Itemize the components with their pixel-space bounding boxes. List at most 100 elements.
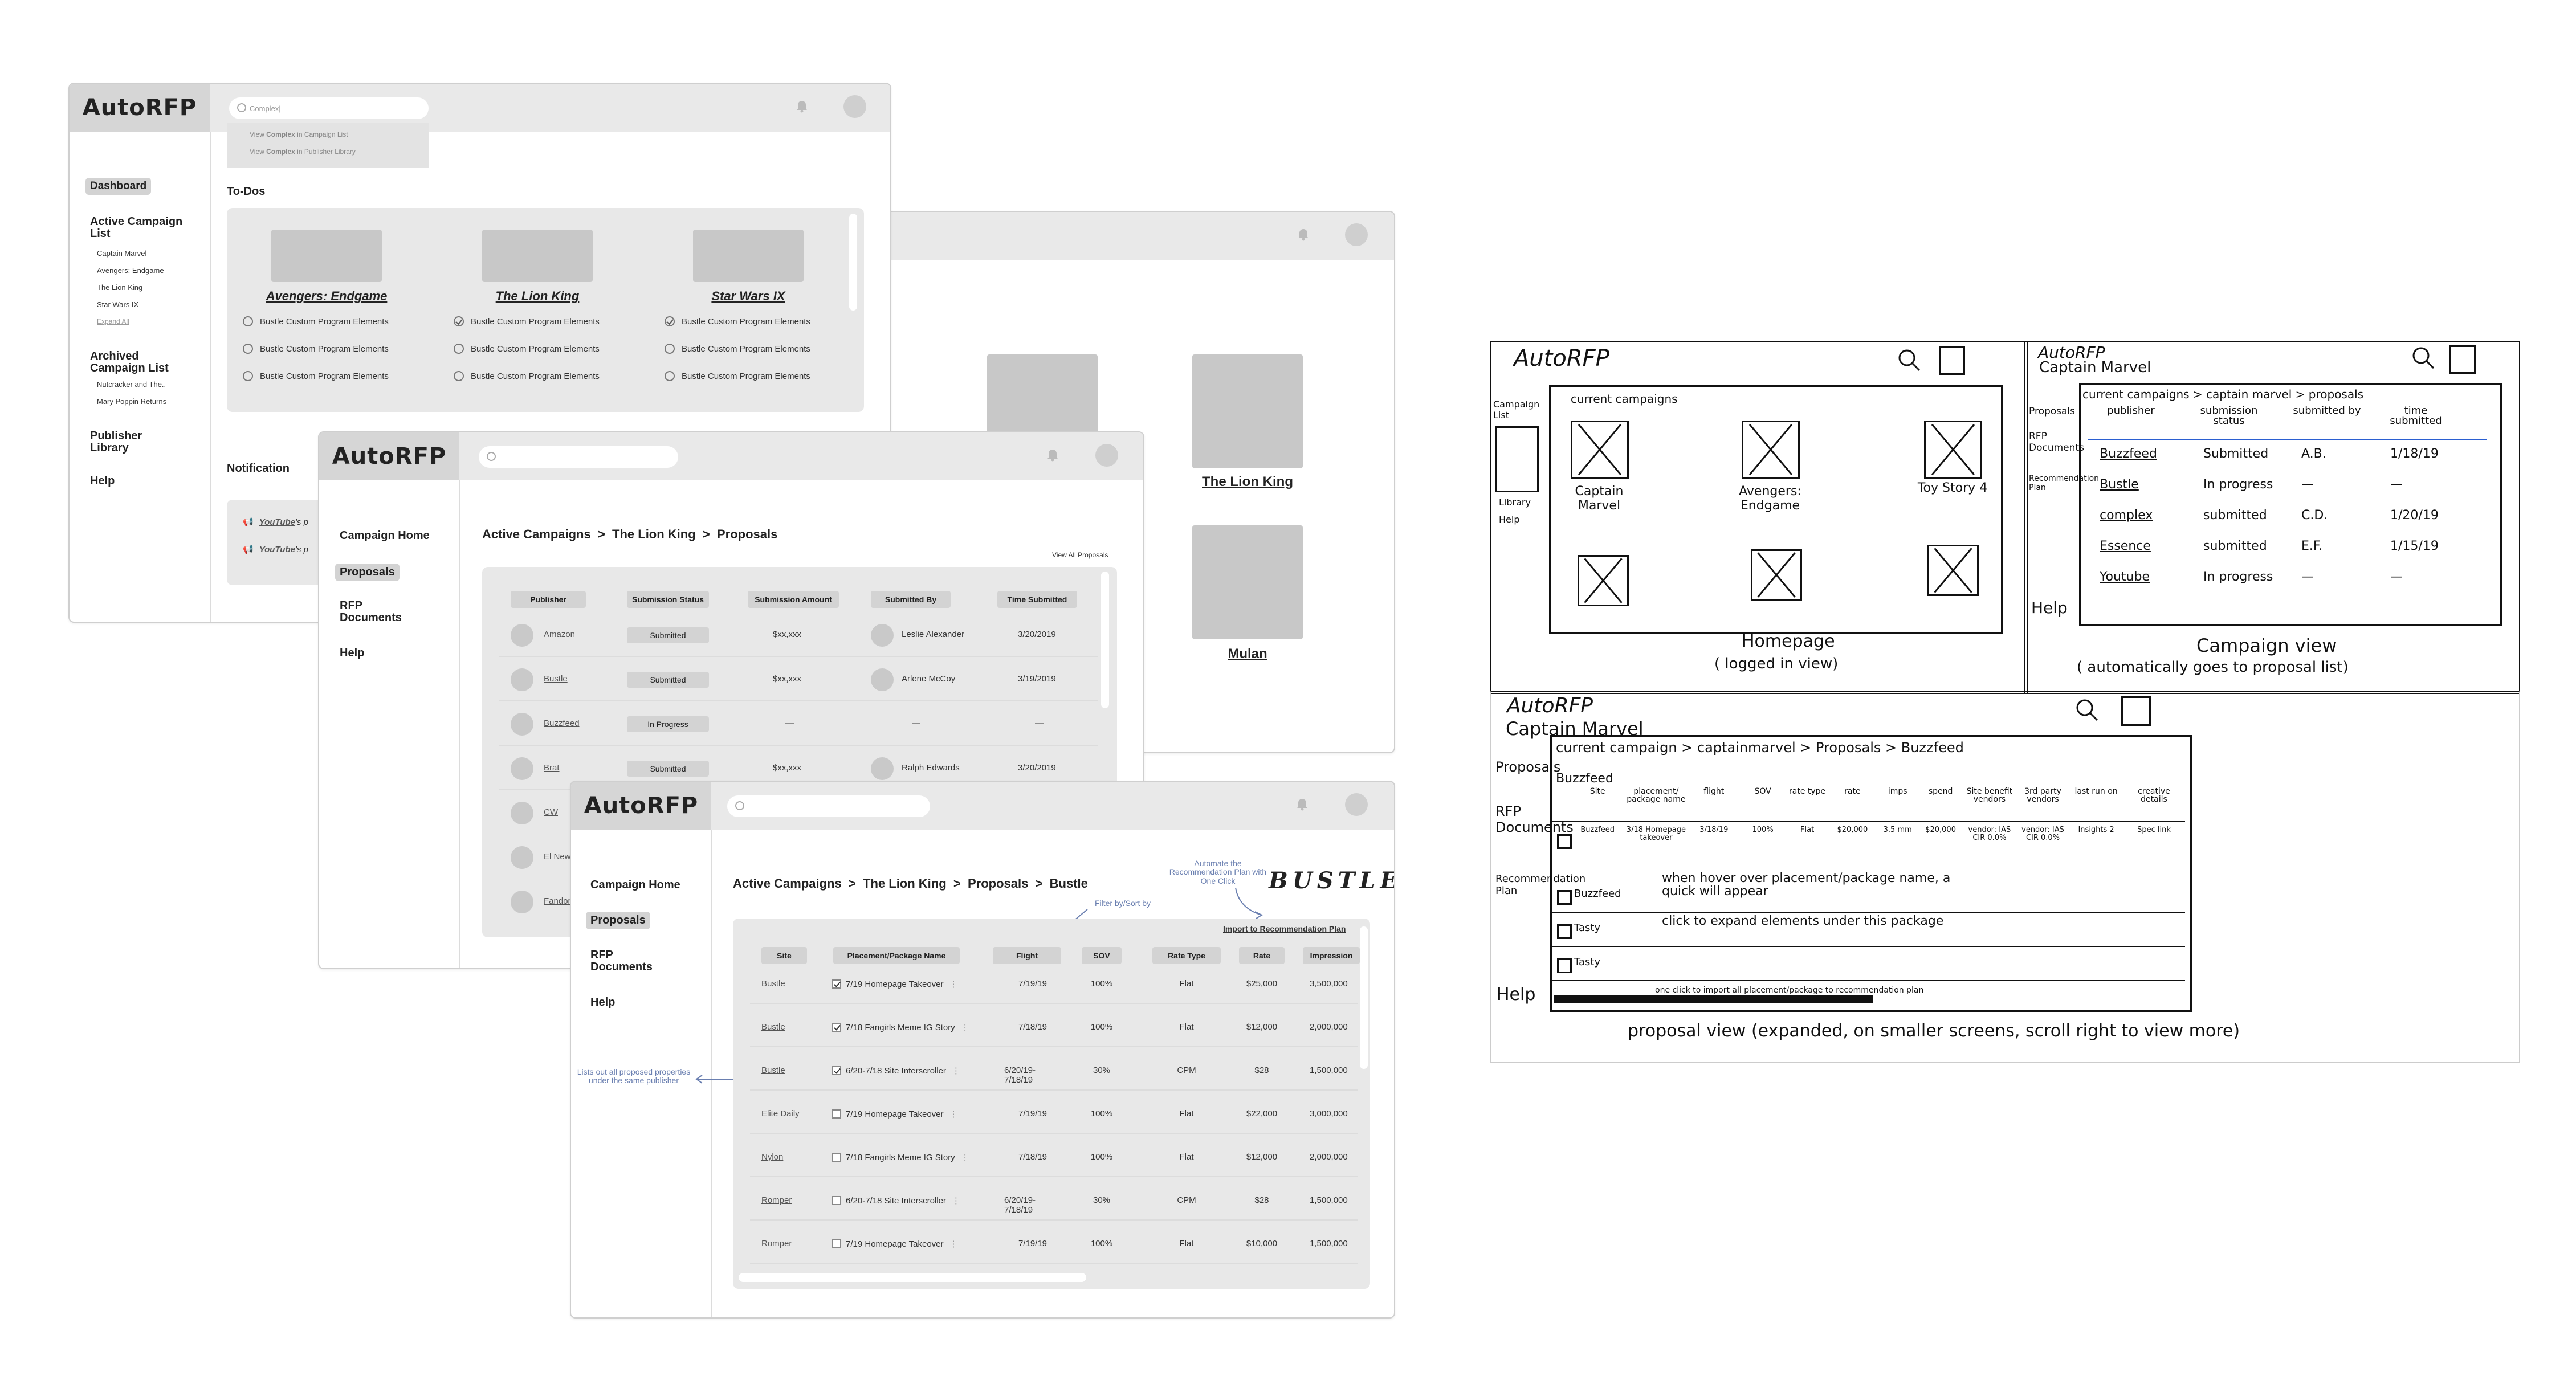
nav-publisher-library[interactable]: Publisher Library	[90, 430, 158, 454]
movie-title[interactable]: Mulan	[1164, 646, 1331, 662]
todo-item[interactable]: Bustle Custom Program Elements	[454, 316, 600, 326]
publisher-link[interactable]: Buzzfeed	[544, 719, 580, 728]
column-header[interactable]: Publisher	[511, 591, 586, 608]
todo-checkbox[interactable]	[454, 316, 464, 326]
row-checkbox[interactable]	[832, 1109, 841, 1119]
column-header[interactable]: Rate Type	[1152, 947, 1221, 964]
movie-title[interactable]: Avengers: Endgame	[238, 289, 415, 304]
search-input[interactable]	[479, 446, 678, 468]
avatar[interactable]	[843, 95, 866, 118]
nav-proposals[interactable]: Proposals	[586, 912, 650, 929]
scrollbar[interactable]	[849, 214, 857, 311]
row-checkbox[interactable]	[832, 1066, 841, 1075]
placement-name[interactable]: 7/18 Fangirls Meme IG Story ⋮	[832, 1022, 969, 1032]
column-header[interactable]: Submission Status	[627, 591, 709, 608]
avatar[interactable]	[1345, 223, 1368, 246]
search-input[interactable]: Complex|	[229, 97, 429, 119]
todo-checkbox[interactable]	[665, 344, 675, 354]
placement-name[interactable]: 7/19 Homepage Takeover ⋮	[832, 979, 958, 989]
nav-help[interactable]: Help	[340, 647, 364, 660]
movie-title[interactable]: Star Wars IX	[660, 289, 837, 304]
site-link[interactable]: Elite Daily	[761, 1109, 800, 1119]
more-options-icon[interactable]: ⋮	[952, 1066, 960, 1076]
poster-thumbnail[interactable]	[1192, 525, 1303, 639]
notification-item[interactable]: 📢 YouTube's p	[243, 517, 308, 528]
app-logo[interactable]: AutoRFP	[571, 782, 711, 830]
todo-checkbox[interactable]	[454, 344, 464, 354]
placement-name[interactable]: 7/19 Homepage Takeover ⋮	[832, 1239, 958, 1249]
site-link[interactable]: Romper	[761, 1195, 792, 1205]
todo-item[interactable]: Bustle Custom Program Elements	[665, 371, 810, 381]
more-options-icon[interactable]: ⋮	[961, 1022, 969, 1032]
movie-title[interactable]: The Lion King	[449, 289, 626, 304]
more-options-icon[interactable]: ⋮	[949, 1109, 958, 1119]
todo-checkbox[interactable]	[665, 371, 675, 381]
more-options-icon[interactable]: ⋮	[949, 979, 958, 989]
column-header[interactable]: Time Submitted	[997, 591, 1077, 608]
publisher-link[interactable]: Fandor	[544, 896, 571, 906]
campaign-link[interactable]: The Lion King	[97, 283, 142, 292]
bell-icon[interactable]	[793, 97, 810, 115]
placement-name[interactable]: 7/19 Homepage Takeover ⋮	[832, 1109, 958, 1119]
todo-item[interactable]: Bustle Custom Program Elements	[665, 316, 810, 326]
nav-dashboard[interactable]: Dashboard	[85, 178, 152, 195]
publisher-link[interactable]: Amazon	[544, 630, 575, 639]
todo-item[interactable]: Bustle Custom Program Elements	[243, 371, 389, 381]
site-link[interactable]: Nylon	[761, 1152, 783, 1162]
todo-item[interactable]: Bustle Custom Program Elements	[454, 344, 600, 354]
notification-item[interactable]: 📢 YouTube's p	[243, 544, 308, 555]
todo-checkbox[interactable]	[243, 316, 253, 326]
campaign-link[interactable]: Nutcracker and The..	[97, 380, 166, 389]
suggestion-item[interactable]: View Complex in Publisher Library	[250, 148, 356, 156]
row-checkbox[interactable]	[832, 1239, 841, 1248]
scrollbar[interactable]	[1360, 926, 1368, 1069]
todo-checkbox[interactable]	[243, 371, 253, 381]
todo-checkbox[interactable]	[454, 371, 464, 381]
publisher-link[interactable]: Bustle	[544, 674, 568, 684]
publisher-link[interactable]: Brat	[544, 763, 560, 773]
nav-campaign-home[interactable]: Campaign Home	[590, 879, 680, 892]
publisher-link[interactable]: El New	[544, 852, 571, 862]
placement-name[interactable]: 7/18 Fangirls Meme IG Story ⋮	[832, 1152, 969, 1162]
column-header[interactable]: SOV	[1082, 947, 1122, 964]
poster-thumbnail[interactable]	[271, 230, 382, 282]
nav-rfp-documents[interactable]: RFP Documents	[590, 949, 665, 973]
breadcrumb[interactable]: Active Campaigns > The Lion King > Propo…	[733, 876, 1088, 891]
nav-rfp-documents[interactable]: RFP Documents	[340, 600, 414, 624]
avatar[interactable]	[1345, 793, 1368, 816]
nav-campaign-home[interactable]: Campaign Home	[340, 529, 430, 542]
nav-archived-campaigns[interactable]: Archived Campaign List	[90, 350, 187, 374]
campaign-link[interactable]: Avengers: Endgame	[97, 266, 164, 275]
campaign-link[interactable]: Mary Poppin Returns	[97, 397, 166, 406]
app-logo[interactable]: AutoRFP	[319, 432, 459, 480]
row-checkbox[interactable]	[832, 1153, 841, 1162]
movie-title[interactable]: The Lion King	[1164, 474, 1331, 490]
search-input[interactable]	[727, 795, 930, 817]
nav-proposals[interactable]: Proposals	[335, 564, 400, 581]
site-link[interactable]: Bustle	[761, 1022, 785, 1032]
breadcrumb[interactable]: Active Campaigns > The Lion King > Propo…	[482, 527, 777, 542]
site-link[interactable]: Romper	[761, 1239, 792, 1248]
more-options-icon[interactable]: ⋮	[952, 1195, 960, 1206]
poster-thumbnail[interactable]	[693, 230, 804, 282]
todo-item[interactable]: Bustle Custom Program Elements	[454, 371, 600, 381]
column-header[interactable]: Impression	[1303, 947, 1360, 964]
row-checkbox[interactable]	[832, 1023, 841, 1032]
more-options-icon[interactable]: ⋮	[949, 1239, 958, 1249]
poster-thumbnail[interactable]	[1192, 354, 1303, 468]
column-header[interactable]: Flight	[993, 947, 1061, 964]
import-link[interactable]: Import to Recommendation Plan	[1223, 924, 1346, 933]
todo-item[interactable]: Bustle Custom Program Elements	[243, 344, 389, 354]
app-logo[interactable]: AutoRFP	[70, 84, 210, 132]
placement-name[interactable]: 6/20-7/18 Site Interscroller ⋮	[832, 1195, 960, 1206]
suggestion-item[interactable]: View Complex in Campaign List	[250, 130, 348, 138]
bell-icon[interactable]	[1295, 226, 1312, 243]
column-header[interactable]: Submitted By	[871, 591, 951, 608]
expand-all-link[interactable]: Expand All	[97, 317, 129, 325]
scrollbar[interactable]	[1101, 572, 1109, 708]
campaign-link[interactable]: Star Wars IX	[97, 300, 138, 309]
column-header[interactable]: Submission Amount	[748, 591, 839, 608]
campaign-link[interactable]: Captain Marvel	[97, 249, 146, 258]
nav-help[interactable]: Help	[90, 475, 115, 488]
bell-icon[interactable]	[1294, 795, 1311, 813]
